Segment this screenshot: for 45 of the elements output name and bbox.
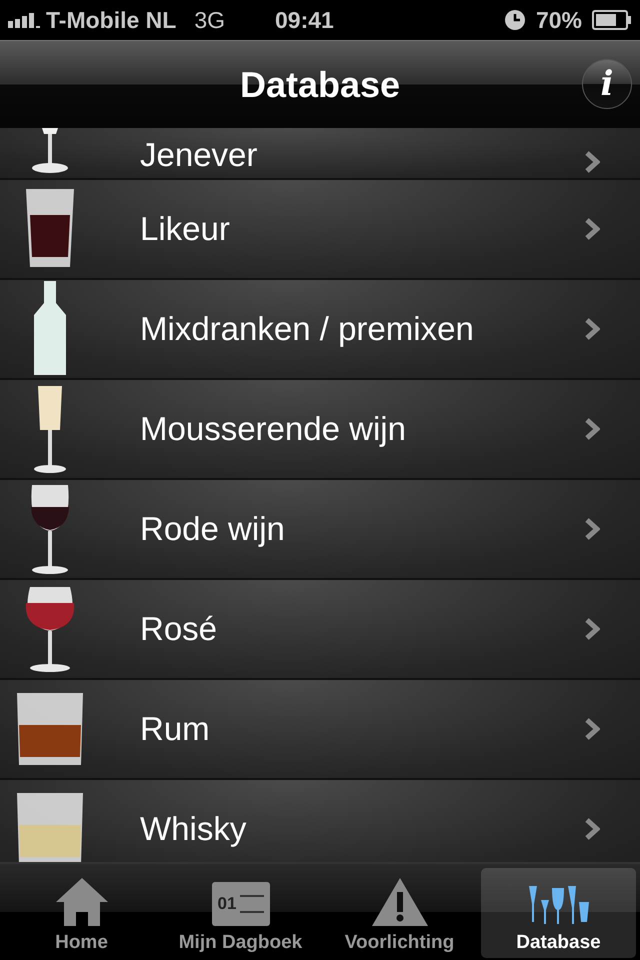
- chevron-icon: [584, 617, 600, 641]
- chevron-icon: [584, 217, 600, 241]
- list-row[interactable]: Rode wijn: [0, 480, 640, 580]
- row-label: Whisky: [140, 810, 248, 848]
- row-label: Rum: [140, 710, 211, 748]
- list-row[interactable]: Jenever: [0, 128, 640, 180]
- list-row[interactable]: Mixdranken / premixen: [0, 280, 640, 380]
- battery-icon: [592, 10, 632, 30]
- warning-icon: [372, 878, 428, 926]
- chevron-icon: [584, 417, 600, 441]
- chevron-icon: [584, 517, 600, 541]
- row-label: Jenever: [140, 136, 258, 174]
- list-row[interactable]: Likeur: [0, 180, 640, 280]
- tab-button[interactable]: 01 Mijn Dagboek: [163, 868, 318, 958]
- carrier-name: T-Mobile NL: [46, 6, 176, 34]
- tab-button[interactable]: Home: [4, 868, 159, 958]
- chevron-icon: [584, 717, 600, 741]
- whisky-glass-icon: [15, 791, 85, 862]
- row-label: Rode wijn: [140, 510, 286, 548]
- row-label: Rosé: [140, 610, 218, 648]
- row-label: Mixdranken / premixen: [140, 310, 475, 348]
- chevron-icon: [584, 150, 600, 174]
- wine-glass-icon: [28, 483, 72, 575]
- row-label: Mousserende wijn: [140, 410, 407, 448]
- clock-icon: [504, 9, 526, 31]
- chevron-icon: [584, 317, 600, 341]
- network-type: 3G: [194, 6, 226, 34]
- list-row[interactable]: Whisky: [0, 780, 640, 862]
- battery-percent: 70%: [536, 6, 582, 34]
- row-label: Likeur: [140, 210, 231, 248]
- tab-button[interactable]: Voorlichting: [322, 868, 477, 958]
- list-row[interactable]: Rum: [0, 680, 640, 780]
- list-row[interactable]: Rosé: [0, 580, 640, 680]
- glasses-icon: [526, 886, 590, 926]
- whisky-glass-icon: [15, 691, 85, 767]
- calendar-icon: 01: [212, 882, 270, 926]
- signal-icon: [8, 12, 40, 28]
- chevron-icon: [584, 817, 600, 841]
- tab-button[interactable]: Database: [481, 868, 636, 958]
- screen-title: Database: [240, 64, 400, 106]
- liqueur-glass-icon: [30, 128, 70, 174]
- home-icon: [56, 878, 108, 926]
- list-row[interactable]: Mousserende wijn: [0, 380, 640, 480]
- info-button[interactable]: i: [582, 59, 632, 109]
- clock-time: 09:41: [275, 6, 334, 34]
